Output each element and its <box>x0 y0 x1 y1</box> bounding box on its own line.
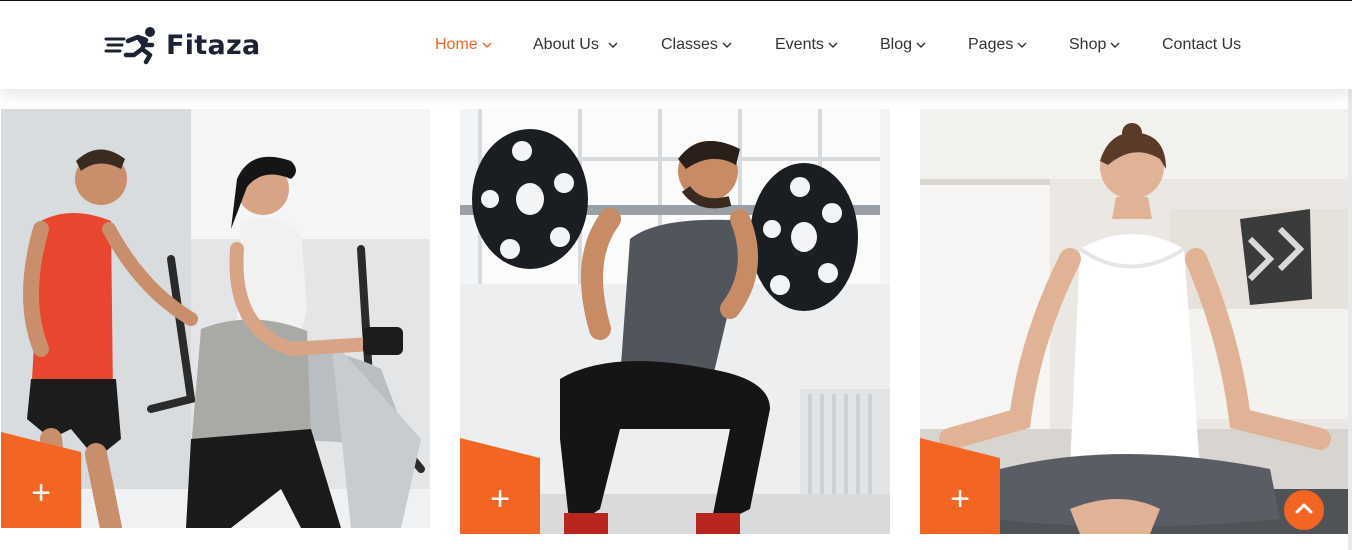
chevron-down-icon <box>1110 42 1120 48</box>
nav-blog[interactable]: Blog <box>880 34 926 56</box>
plus-icon: + <box>31 474 51 512</box>
chevron-down-icon <box>722 42 732 48</box>
card-add-button[interactable]: + <box>460 438 540 534</box>
nav-events-label: Events <box>775 36 824 53</box>
nav-events[interactable]: Events <box>775 34 838 56</box>
page-scrollbar-track[interactable] <box>1348 89 1352 550</box>
chevron-down-icon <box>916 42 926 48</box>
chevron-down-icon <box>482 42 492 48</box>
nav-contact-us-label: Contact Us <box>1162 36 1242 53</box>
main-nav: Home About Us Classes Events Blog Pages … <box>0 34 1352 56</box>
chevron-down-icon <box>608 42 618 48</box>
nav-pages-label: Pages <box>968 36 1014 53</box>
nav-about-us[interactable]: About Us <box>533 34 618 56</box>
chevron-down-icon <box>828 42 838 48</box>
class-card-yoga[interactable]: + <box>920 109 1350 534</box>
nav-shop-label: Shop <box>1069 36 1107 53</box>
chevron-up-icon <box>1295 501 1313 519</box>
class-card-weightlifting[interactable]: + <box>460 109 890 534</box>
plus-icon: + <box>490 480 510 518</box>
nav-home[interactable]: Home <box>435 34 492 56</box>
nav-classes[interactable]: Classes <box>661 34 732 56</box>
scroll-to-top-button[interactable] <box>1284 490 1324 530</box>
nav-about-us-label: About Us <box>533 36 599 53</box>
nav-contact-us[interactable]: Contact Us <box>1162 34 1241 56</box>
card-add-button[interactable]: + <box>920 438 1000 534</box>
nav-pages[interactable]: Pages <box>968 34 1027 56</box>
nav-shop[interactable]: Shop <box>1069 34 1120 56</box>
card-add-button[interactable]: + <box>1 432 81 528</box>
nav-classes-label: Classes <box>661 36 718 53</box>
class-card-cardio[interactable]: + <box>1 109 430 528</box>
chevron-down-icon <box>1017 42 1027 48</box>
plus-icon: + <box>950 480 970 518</box>
site-header: Fitaza Home About Us Classes Events Blog… <box>0 1 1352 89</box>
nav-home-label: Home <box>435 36 478 53</box>
nav-blog-label: Blog <box>880 36 913 53</box>
